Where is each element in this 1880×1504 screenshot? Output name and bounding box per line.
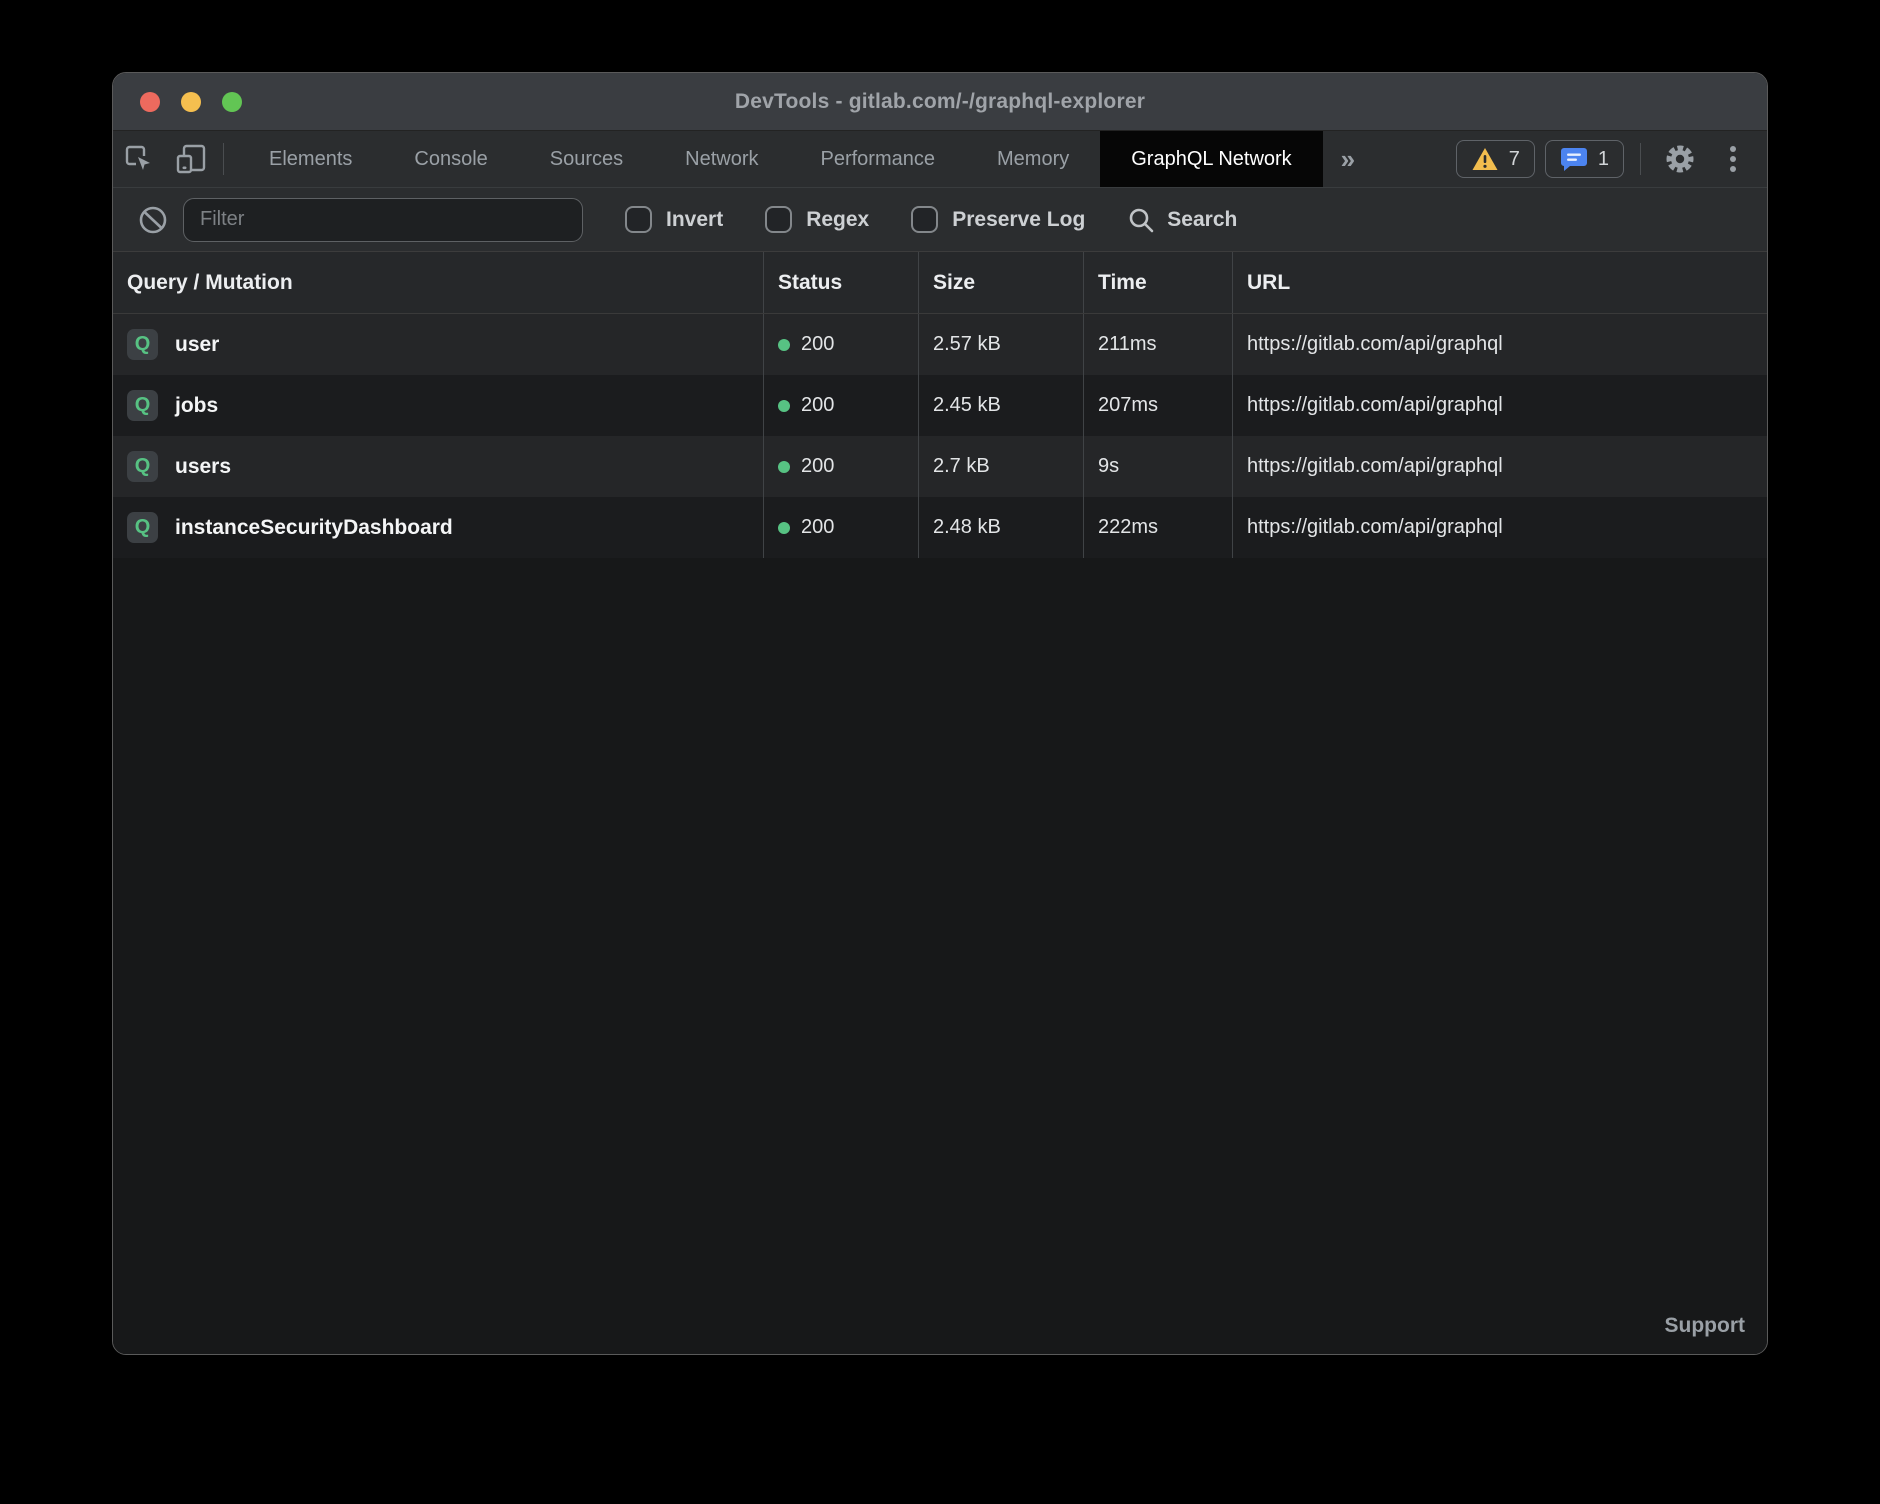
status-code: 200 — [801, 333, 834, 356]
message-bubble-icon — [1560, 146, 1588, 172]
table-row[interactable]: Q user 200 2.57 kB 211ms https://gitlab.… — [113, 314, 1767, 375]
toolbar-right-divider — [1640, 143, 1641, 175]
menu-button[interactable] — [1713, 142, 1753, 176]
devtools-window: DevTools - gitlab.com/-/graphql-explorer — [112, 72, 1768, 1355]
close-button[interactable] — [140, 92, 160, 112]
gear-icon — [1663, 142, 1697, 176]
tab-elements[interactable]: Elements — [238, 131, 383, 187]
status-code: 200 — [801, 394, 834, 417]
query-name: user — [175, 333, 219, 357]
response-size: 2.7 kB — [918, 436, 1083, 497]
more-tabs-button[interactable]: » — [1323, 131, 1373, 187]
status-ok-dot-icon — [778, 339, 790, 351]
tab-graphql-network[interactable]: GraphQL Network — [1100, 131, 1322, 187]
table-header: Query / Mutation Status Size Time URL — [113, 252, 1767, 314]
response-time: 222ms — [1083, 497, 1232, 558]
request-url: https://gitlab.com/api/graphql — [1232, 375, 1767, 436]
response-time: 9s — [1083, 436, 1232, 497]
regex-label: Regex — [806, 208, 869, 232]
column-header-query-mutation: Query / Mutation — [113, 252, 763, 313]
invert-checkbox-group[interactable]: Invert — [625, 206, 723, 233]
regex-checkbox[interactable] — [765, 206, 792, 233]
invert-checkbox[interactable] — [625, 206, 652, 233]
status-code: 200 — [801, 516, 834, 539]
request-url: https://gitlab.com/api/graphql — [1232, 436, 1767, 497]
messages-count: 1 — [1598, 148, 1609, 171]
response-time: 211ms — [1083, 314, 1232, 375]
toolbar-right-group: 7 1 — [1456, 131, 1767, 187]
traffic-lights — [140, 73, 242, 130]
status-ok-dot-icon — [778, 522, 790, 534]
table-row[interactable]: Q jobs 200 2.45 kB 207ms https://gitlab.… — [113, 375, 1767, 436]
empty-results-area: Support — [113, 558, 1767, 1354]
query-type-badge: Q — [127, 451, 158, 482]
tab-performance[interactable]: Performance — [790, 131, 967, 187]
warnings-badge[interactable]: 7 — [1456, 140, 1535, 178]
preserve-log-checkbox[interactable] — [911, 206, 938, 233]
device-toolbar-button[interactable] — [165, 131, 217, 187]
status-ok-dot-icon — [778, 461, 790, 473]
maximize-button[interactable] — [222, 92, 242, 112]
column-header-status: Status — [763, 252, 918, 313]
query-type-badge: Q — [127, 512, 158, 543]
panel-tabs: Elements Console Sources Network Perform… — [238, 131, 1323, 187]
response-size: 2.57 kB — [918, 314, 1083, 375]
support-link[interactable]: Support — [1665, 1314, 1745, 1338]
table-row[interactable]: Q users 200 2.7 kB 9s https://gitlab.com… — [113, 436, 1767, 497]
warnings-count: 7 — [1509, 148, 1520, 171]
response-size: 2.48 kB — [918, 497, 1083, 558]
query-type-badge: Q — [127, 329, 158, 360]
search-icon — [1127, 206, 1155, 234]
column-header-size: Size — [918, 252, 1083, 313]
column-header-time: Time — [1083, 252, 1232, 313]
device-toolbar-icon — [174, 142, 208, 176]
invert-label: Invert — [666, 208, 723, 232]
filter-input[interactable] — [183, 198, 583, 242]
warning-icon — [1471, 146, 1499, 172]
response-time: 207ms — [1083, 375, 1232, 436]
tab-network[interactable]: Network — [654, 131, 789, 187]
devtools-toolbar: Elements Console Sources Network Perform… — [113, 131, 1767, 188]
toolbar-divider — [223, 143, 224, 175]
status-code: 200 — [801, 455, 834, 478]
titlebar: DevTools - gitlab.com/-/graphql-explorer — [113, 73, 1767, 131]
window-title: DevTools - gitlab.com/-/graphql-explorer — [735, 90, 1145, 114]
inspect-cursor-icon — [123, 143, 155, 175]
table-row[interactable]: Q instanceSecurityDashboard 200 2.48 kB … — [113, 497, 1767, 558]
search-button[interactable]: Search — [1127, 206, 1237, 234]
kebab-menu-icon — [1728, 142, 1738, 176]
messages-badge[interactable]: 1 — [1545, 140, 1624, 178]
preserve-log-label: Preserve Log — [952, 208, 1085, 232]
clear-requests-button[interactable] — [129, 205, 177, 235]
request-url: https://gitlab.com/api/graphql — [1232, 314, 1767, 375]
query-name: jobs — [175, 394, 218, 418]
tab-console[interactable]: Console — [383, 131, 518, 187]
status-ok-dot-icon — [778, 400, 790, 412]
tab-sources[interactable]: Sources — [519, 131, 654, 187]
query-name: instanceSecurityDashboard — [175, 516, 453, 540]
response-size: 2.45 kB — [918, 375, 1083, 436]
search-label: Search — [1167, 208, 1237, 232]
preserve-log-checkbox-group[interactable]: Preserve Log — [911, 206, 1085, 233]
query-name: users — [175, 455, 231, 479]
filter-bar: Invert Regex Preserve Log Search — [113, 188, 1767, 252]
regex-checkbox-group[interactable]: Regex — [765, 206, 869, 233]
column-header-url: URL — [1232, 252, 1767, 313]
block-icon — [138, 205, 168, 235]
minimize-button[interactable] — [181, 92, 201, 112]
request-url: https://gitlab.com/api/graphql — [1232, 497, 1767, 558]
inspect-element-button[interactable] — [113, 131, 165, 187]
chevron-double-right-icon: » — [1341, 144, 1355, 175]
settings-button[interactable] — [1657, 142, 1703, 176]
tab-memory[interactable]: Memory — [966, 131, 1100, 187]
query-type-badge: Q — [127, 390, 158, 421]
